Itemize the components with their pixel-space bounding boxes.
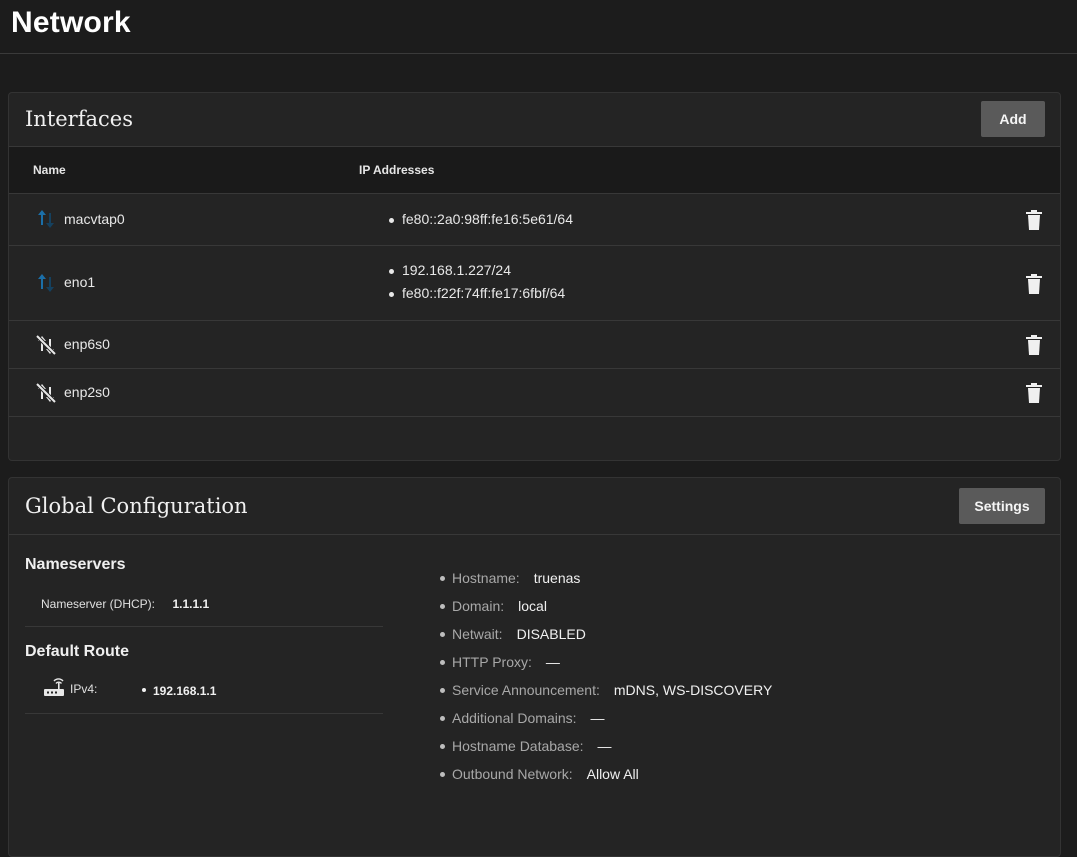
table-row[interactable]: enp6s0 [9, 321, 1060, 369]
table-row[interactable]: macvtap0 fe80::2a0:98ff:fe16:5e61/64 [9, 194, 1060, 246]
ipv4-label: IPv4: [70, 682, 98, 696]
default-route-title: Default Route [25, 643, 129, 660]
link-off-icon [35, 382, 57, 404]
ip-address: fe80::2a0:98ff:fe16:5e61/64 [389, 211, 573, 234]
global-configuration-card: Global Configuration Settings Nameserver… [8, 477, 1061, 857]
interface-name: eno1 [64, 274, 96, 290]
ip-address: fe80::f22f:74ff:fe17:6fbf/64 [389, 285, 565, 308]
ipv4-value: 192.168.1.1 [153, 684, 217, 698]
config-label: Outbound Network: [452, 766, 573, 782]
divider [25, 626, 383, 627]
config-value: — [597, 738, 612, 754]
config-value: — [545, 654, 560, 670]
interface-name: enp6s0 [64, 336, 110, 352]
link-off-icon [35, 334, 57, 356]
arrows-up-down-icon [38, 274, 54, 292]
config-item-netwait: Netwait: DISABLED [440, 625, 772, 653]
arrows-up-down-icon [38, 210, 54, 228]
ip-address: 192.168.1.227/24 [389, 262, 565, 285]
config-item-hostname: Hostname: truenas [440, 569, 772, 597]
add-interface-button[interactable]: Add [981, 101, 1045, 137]
ipv4-entry: 192.168.1.1 [142, 682, 216, 700]
column-header-ip-addresses[interactable]: IP Addresses [359, 163, 434, 177]
global-config-list: Hostname: truenas Domain: local Netwait: DI… [440, 569, 772, 793]
nameserver-label: Nameserver (DHCP): [41, 597, 156, 611]
config-item-domain: Domain: local [440, 597, 772, 625]
config-value: Allow All [586, 766, 639, 782]
trash-icon[interactable] [1025, 335, 1043, 355]
divider [25, 713, 383, 714]
config-value: DISABLED [516, 626, 586, 642]
config-item-hostname-database: Hostname Database: — [440, 737, 772, 765]
config-item-http-proxy: HTTP Proxy: — [440, 653, 772, 681]
table-row[interactable]: eno1 192.168.1.227/24 fe80::f22f:74ff:fe… [9, 246, 1060, 321]
table-row[interactable]: enp2s0 [9, 369, 1060, 417]
interface-name: macvtap0 [64, 211, 125, 227]
config-item-additional-domains: Additional Domains: — [440, 709, 772, 737]
config-item-service-announcement: Service Announcement: mDNS, WS-DISCOVERY [440, 681, 772, 709]
config-value: truenas [533, 570, 581, 586]
config-value: local [518, 598, 547, 614]
interfaces-table-header: Name IP Addresses [9, 147, 1060, 194]
config-value: mDNS, WS-DISCOVERY [613, 682, 773, 698]
config-label: Service Announcement: [452, 682, 600, 698]
global-configuration-title: Global Configuration [25, 494, 248, 518]
interfaces-title: Interfaces [25, 107, 133, 131]
ip-address-list: fe80::2a0:98ff:fe16:5e61/64 [389, 211, 573, 234]
router-icon [44, 678, 64, 696]
nameserver-value: 1.1.1.1 [172, 597, 210, 611]
nameserver-entry: Nameserver (DHCP): 1.1.1.1 [41, 595, 209, 613]
nameservers-title: Nameservers [25, 556, 126, 573]
column-header-name[interactable]: Name [33, 163, 66, 177]
trash-icon[interactable] [1025, 274, 1043, 294]
config-label: Netwait: [452, 626, 503, 642]
page-header: Network [0, 0, 1077, 54]
config-label: Additional Domains: [452, 710, 577, 726]
interfaces-card: Interfaces Add Name IP Addresses macvtap… [8, 92, 1061, 461]
bullet [142, 688, 146, 692]
page-title: Network [11, 6, 131, 39]
config-label: Domain: [452, 598, 505, 614]
config-label: Hostname Database: [452, 738, 584, 754]
trash-icon[interactable] [1025, 383, 1043, 403]
interfaces-card-header: Interfaces Add [9, 93, 1060, 147]
trash-icon[interactable] [1025, 210, 1043, 230]
config-label: HTTP Proxy: [452, 654, 532, 670]
global-card-header: Global Configuration Settings [9, 478, 1060, 535]
interface-name: enp2s0 [64, 384, 110, 400]
config-label: Hostname: [452, 570, 520, 586]
ip-address-list: 192.168.1.227/24 fe80::f22f:74ff:fe17:6f… [389, 262, 565, 308]
config-value: — [590, 710, 605, 726]
config-item-outbound-network: Outbound Network: Allow All [440, 765, 772, 793]
settings-button[interactable]: Settings [959, 488, 1045, 524]
